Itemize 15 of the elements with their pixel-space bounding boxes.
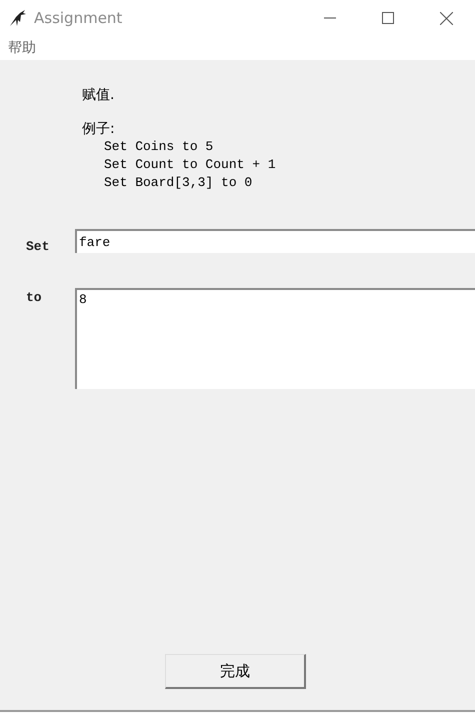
- example-line: Set Board[3,3] to 0: [104, 174, 254, 192]
- done-button[interactable]: 完成: [165, 654, 306, 689]
- menu-item[interactable]: 帮助: [8, 39, 36, 57]
- maximize-icon: [382, 12, 394, 24]
- window-title: Assignment: [34, 9, 124, 27]
- field-label: Set: [25, 238, 50, 254]
- close-icon: [440, 12, 452, 24]
- example-line: Set Coins to 5: [104, 138, 214, 156]
- examples-label: 例子:: [82, 120, 116, 138]
- bird-icon: [8, 8, 28, 28]
- text-area[interactable]: 8: [75, 288, 475, 389]
- input-field[interactable]: fare: [75, 229, 475, 253]
- example-line: Set Count to Count + 1: [104, 156, 277, 174]
- description-text: 赋值.: [82, 86, 116, 104]
- field-label: to: [25, 289, 43, 305]
